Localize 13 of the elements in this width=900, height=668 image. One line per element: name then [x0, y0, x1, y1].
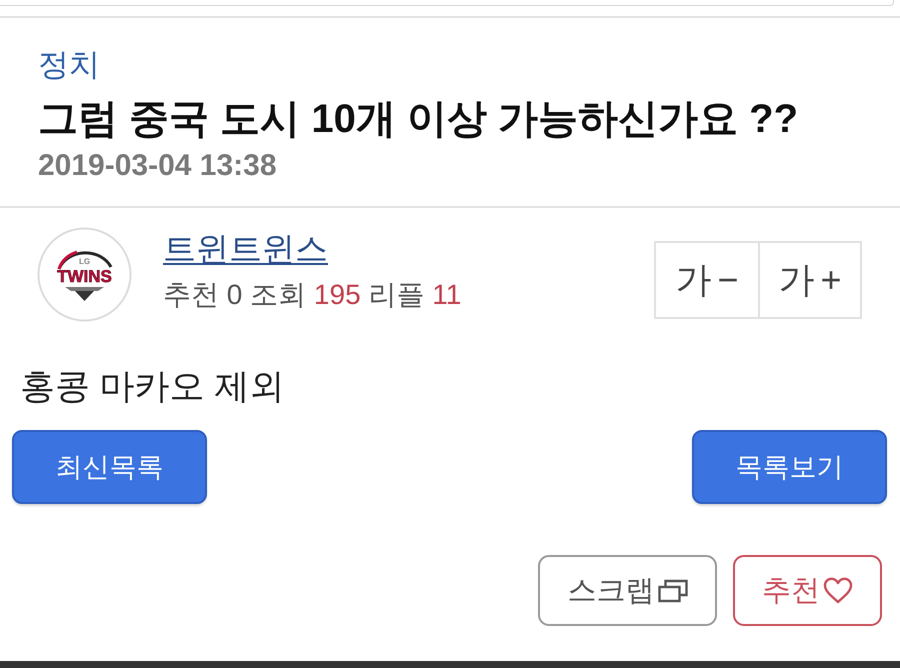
list-button[interactable]: 목록보기	[692, 430, 887, 504]
author-name-link[interactable]: 트윈트윈스	[163, 229, 328, 269]
copy-icon	[658, 578, 688, 602]
post-title: 그럼 중국 도시 10개 이상 가능하신가요 ??	[38, 96, 798, 142]
recommend-button[interactable]: 추천	[733, 555, 882, 626]
latest-list-button[interactable]: 최신목록	[12, 430, 207, 504]
post-date: 2019-03-04 13:38	[38, 148, 277, 184]
post-body: 홍콩 마카오 제외	[19, 366, 286, 408]
heart-icon	[823, 577, 853, 604]
scrap-button[interactable]: 스크랩	[538, 555, 717, 626]
team-logo: LG TWINS	[37, 227, 132, 322]
post-stats: 추천 0 조회 195 리플 11	[163, 278, 462, 312]
post-category: 정치	[38, 46, 100, 84]
